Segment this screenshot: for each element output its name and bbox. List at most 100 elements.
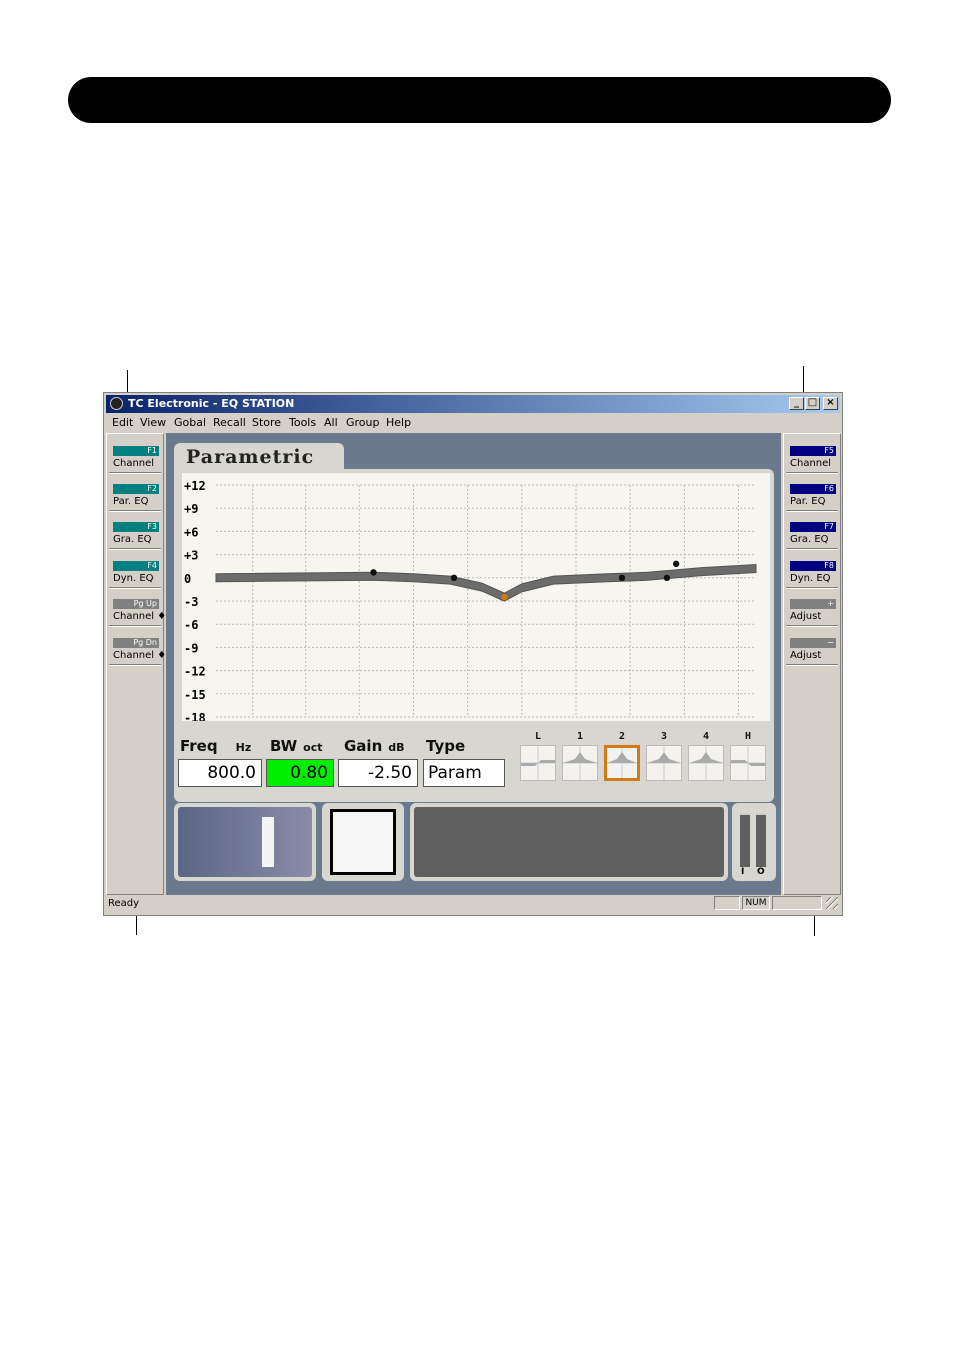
x-tick-label: 125 [347,720,370,721]
sidebar-divider [109,548,161,550]
menu-all[interactable]: All [324,414,338,432]
low-shelf-icon [521,746,555,780]
fkey-badge: F3 [113,522,159,532]
fkey-badge: Pg Dn [113,638,159,648]
bw-unit: oct [303,741,323,754]
type-field[interactable]: Param [423,759,505,787]
y-tick-label: +12 [184,479,206,493]
minimize-button[interactable]: _ [789,397,804,410]
title-bar[interactable]: TC Electronic - EQ STATION _ □ × [106,395,840,413]
fkey-badge: F4 [113,561,159,571]
y-tick-label: 0 [184,572,191,586]
x-tick-label: 1K [510,720,526,721]
eq-chart[interactable]: +12 +9 +6 +3 0 -3 -6 -9 -12 -15 -18 32 63 125 250 500 1K… [182,473,770,721]
x-tick-label: 4K [618,720,634,721]
resize-grip-icon[interactable] [826,897,838,909]
menu-gobal[interactable]: Gobal [174,414,206,432]
sidebar-label: Dyn. EQ [790,573,831,584]
sidebar-label: Gra. EQ [790,534,829,545]
channel-indicator [262,817,274,867]
parametric-eq-tab[interactable]: Parametric EQ [174,443,344,496]
sidebar-label: Par. EQ [113,496,149,507]
y-tick-label: -6 [184,618,198,632]
eq-node [370,569,377,576]
status-pane-num: NUM [742,896,770,910]
band-label-2: 2 [618,731,626,742]
sidebar-divider [786,625,838,627]
menu-recall[interactable]: Recall [213,414,246,432]
freq-field[interactable]: 800.0 [178,759,262,787]
menu-help[interactable]: Help [386,414,411,432]
eq-node [618,574,626,581]
status-pane-caps [714,896,740,910]
fkey-badge: F2 [113,484,159,494]
menu-bar: Edit View Gobal Recall Store Tools All G… [106,414,840,432]
sidebar-divider [109,510,161,512]
sidebar-label: Channel [113,458,155,469]
band-label-4: 4 [702,731,710,742]
sidebar-divider [786,472,838,474]
input-meter [740,813,750,867]
app-icon [110,397,123,410]
close-button[interactable]: × [823,397,838,410]
fkey-badge: − [790,638,836,648]
band-button-2[interactable] [604,745,640,781]
gain-label: Gain [344,737,383,755]
eq-node [672,560,680,568]
page-header-bar [68,77,891,123]
bypass-button[interactable] [330,809,396,875]
menu-store[interactable]: Store [252,414,281,432]
high-shelf-icon [731,746,765,780]
status-text: Ready [108,898,140,909]
menu-view[interactable]: View [140,414,166,432]
x-tick-label: 250 [401,720,425,721]
bw-field[interactable]: 0.80 [266,759,334,787]
band-label-h: H [744,731,752,742]
info-display-panel [410,803,728,881]
menu-tools[interactable]: Tools [289,414,316,432]
band-button-4[interactable] [688,745,724,781]
channel-display-panel [174,803,316,881]
eq-response-curve [215,563,757,602]
peak-icon [689,746,723,780]
gain-field[interactable]: -2.50 [338,759,418,787]
meters-panel: I O [732,803,776,881]
sidebar-divider [109,472,161,474]
x-tick-label: 16KHz [717,720,756,721]
channel-display [178,807,312,877]
y-tick-label: +6 [184,525,198,539]
gain-unit: dB [388,741,405,754]
x-tick-label: 32 [241,720,257,721]
band-button-3[interactable] [646,745,682,781]
y-tick-label: +3 [184,549,198,563]
sidebar-label: Adjust [790,611,822,622]
sidebar-divider [786,548,838,550]
y-tick-label: -18 [184,711,206,721]
window-title: TC Electronic - EQ STATION [128,397,295,410]
eq-panel: +12+9+6+30-3-6-9-12-15-1832631252505001K… [174,469,774,802]
fkey-badge: F1 [113,446,159,456]
y-tick-label: -15 [184,688,206,702]
sidebar-divider [786,664,838,666]
left-sidebar: F1 Channel F2 Par. EQ F3 Gra. EQ F4 Dyn.… [106,433,166,895]
bypass-panel [322,803,404,881]
type-label-group: Type [426,737,465,755]
band-button-low-shelf[interactable] [520,745,556,781]
output-meter [756,813,766,867]
band-button-high-shelf[interactable] [730,745,766,781]
eq-graph[interactable]: +12 +9 +6 +3 0 -3 -6 -9 -12 -15 -18 32 63 125 250 500 1K… [182,473,770,721]
menu-edit[interactable]: Edit [112,414,133,432]
sidebar-label: Dyn. EQ [113,573,154,584]
fkey-badge: F7 [790,522,836,532]
maximize-button[interactable]: □ [805,397,820,410]
band-button-1[interactable] [562,745,598,781]
fkey-badge: F5 [790,446,836,456]
sidebar-divider [109,625,161,627]
gain-label-group: Gain dB [344,737,405,755]
fkey-badge: F8 [790,561,836,571]
band-label-3: 3 [660,731,668,742]
sidebar-divider [786,587,838,589]
menu-group[interactable]: Group [346,414,380,432]
freq-unit: Hz [235,741,252,754]
x-tick-label: 8K [672,720,688,721]
